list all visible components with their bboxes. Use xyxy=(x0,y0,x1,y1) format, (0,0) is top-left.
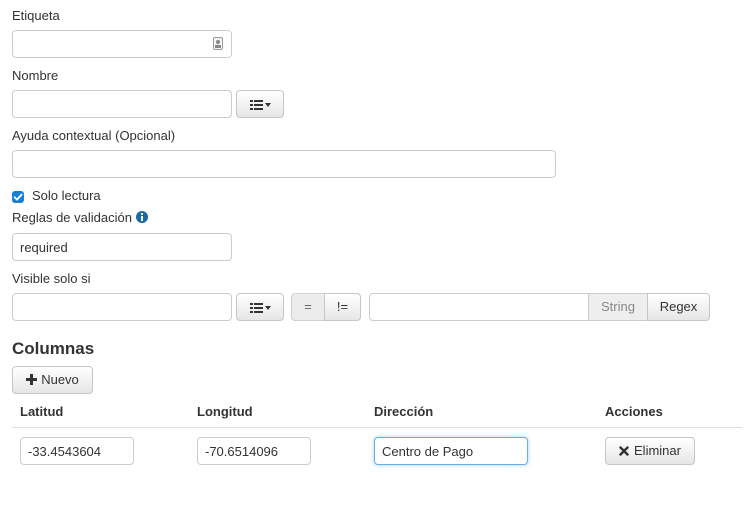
nuevo-button[interactable]: Nuevo xyxy=(12,366,93,394)
etiqueta-label: Etiqueta xyxy=(12,8,60,23)
equals-button[interactable]: = xyxy=(291,293,325,321)
nombre-field-picker-button[interactable] xyxy=(236,90,284,118)
close-x-icon xyxy=(619,439,629,465)
nombre-label: Nombre xyxy=(12,68,59,83)
visible-value-input[interactable] xyxy=(369,293,589,321)
nombre-input[interactable] xyxy=(12,90,232,118)
eliminar-button[interactable]: Eliminar xyxy=(605,437,695,465)
header-acciones: Acciones xyxy=(605,404,663,419)
etiqueta-input[interactable] xyxy=(12,30,232,58)
longitud-input[interactable] xyxy=(197,437,311,465)
nuevo-label: Nuevo xyxy=(41,372,79,387)
reglas-label: Reglas de validación xyxy=(12,210,132,225)
list-icon xyxy=(249,302,263,313)
caret-down-icon xyxy=(264,305,271,310)
direccion-input[interactable] xyxy=(374,437,528,465)
eliminar-label: Eliminar xyxy=(634,443,681,458)
list-icon xyxy=(249,99,263,110)
string-toggle[interactable]: String xyxy=(588,293,648,321)
table-header-divider xyxy=(12,427,742,428)
header-longitud: Longitud xyxy=(197,404,253,419)
plus-icon xyxy=(26,374,38,385)
header-latitud: Latitud xyxy=(20,404,64,419)
visible-field-input[interactable] xyxy=(12,293,232,321)
latitud-input[interactable] xyxy=(20,437,134,465)
ayuda-input[interactable] xyxy=(12,150,556,178)
visible-label: Visible solo si xyxy=(12,271,91,286)
not-equals-button[interactable]: != xyxy=(324,293,361,321)
checkbox-checked-icon xyxy=(13,193,23,201)
info-icon[interactable] xyxy=(136,211,148,223)
ayuda-label: Ayuda contextual (Opcional) xyxy=(12,128,176,143)
solo-lectura-label: Solo lectura xyxy=(32,188,101,203)
reglas-input[interactable] xyxy=(12,233,232,261)
solo-lectura-checkbox[interactable] xyxy=(12,191,24,203)
regex-toggle[interactable]: Regex xyxy=(647,293,710,321)
header-direccion: Dirección xyxy=(374,404,434,419)
contact-card-icon[interactable] xyxy=(213,37,223,50)
columnas-title: Columnas xyxy=(12,339,95,358)
visible-field-picker-button[interactable] xyxy=(236,293,284,321)
caret-down-icon xyxy=(264,102,271,107)
